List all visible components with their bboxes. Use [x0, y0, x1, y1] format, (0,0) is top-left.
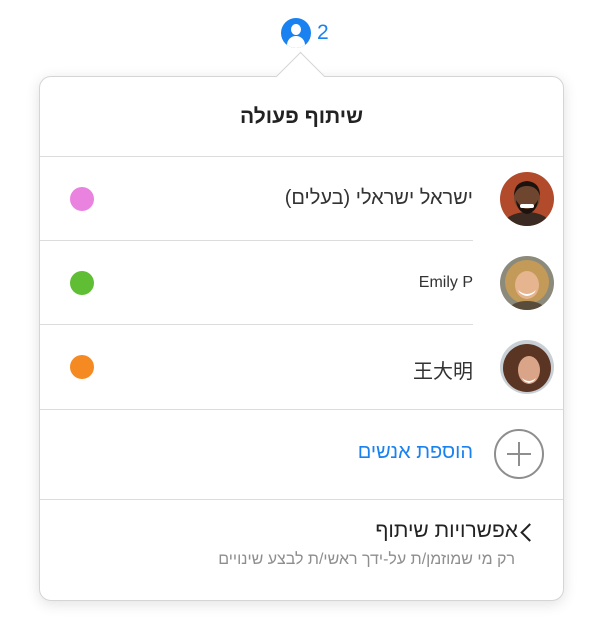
plus-circle-icon — [494, 429, 544, 479]
share-options-sublabel: רק מי שמוזמן/ת על-ידך ראשי/ת לבצע שינויי… — [218, 551, 515, 568]
participant-name: 王大明 — [413, 361, 473, 383]
popover-title: שיתוף פעולה — [239, 105, 364, 128]
participant-color-dot — [70, 187, 94, 211]
participant-row[interactable]: 王大明 — [40, 325, 563, 409]
person-circle-icon — [281, 18, 311, 48]
participant-name: Emily P — [418, 274, 473, 291]
add-people-button[interactable]: הוספת אנשים — [40, 411, 563, 501]
participant-color-dot — [70, 355, 94, 379]
avatar — [500, 172, 554, 226]
share-options-label: אפשרויות שיתוף — [375, 519, 518, 542]
divider — [40, 409, 563, 410]
add-people-label: הוספת אנשים — [357, 441, 473, 463]
collaboration-popover: שיתוף פעולה ישראל ישראלי (בעלים) Emily P… — [39, 51, 564, 601]
collaborator-count: 2 — [317, 21, 329, 44]
participant-row[interactable]: ישראל ישראלי (בעלים) — [40, 157, 563, 241]
avatar — [500, 340, 554, 394]
popover-arrow — [275, 51, 326, 102]
collaborators-indicator[interactable]: 2 — [281, 18, 329, 48]
participant-name: ישראל ישראלי (בעלים) — [284, 187, 473, 209]
participant-color-dot — [70, 271, 94, 295]
chevron-left-icon — [520, 523, 539, 542]
avatar — [500, 256, 554, 310]
divider — [40, 499, 563, 500]
share-options-row[interactable]: אפשרויות שיתוף רק מי שמוזמן/ת על-ידך ראש… — [40, 501, 563, 600]
participant-row[interactable]: Emily P — [40, 241, 563, 325]
